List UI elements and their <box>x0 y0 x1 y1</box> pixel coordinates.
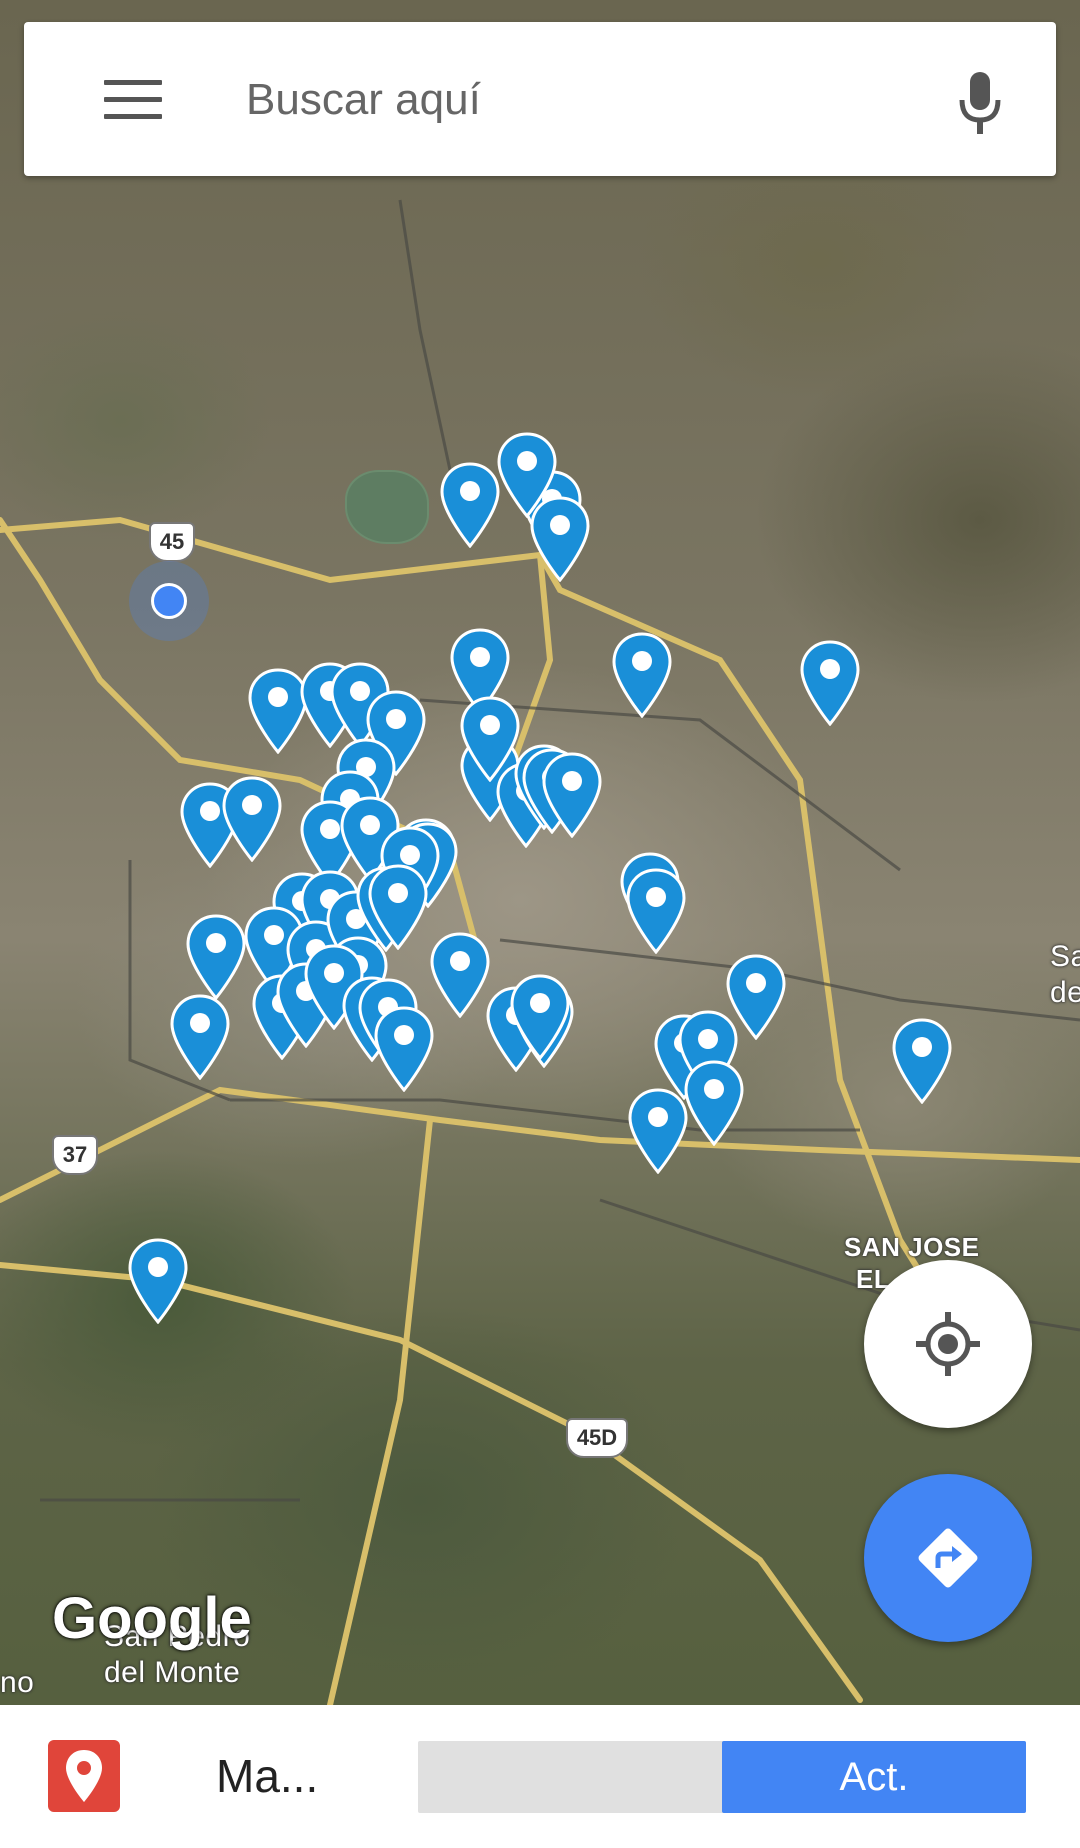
place-marker[interactable] <box>684 1060 744 1146</box>
act-button[interactable]: Act. <box>722 1741 1026 1813</box>
current-location-dot <box>151 583 187 619</box>
app-name-label: Ma... <box>216 1750 319 1802</box>
my-location-button[interactable] <box>864 1260 1032 1428</box>
highway-shield-45d: 45D <box>566 1418 628 1458</box>
search-input[interactable] <box>244 66 888 134</box>
place-marker[interactable] <box>128 1238 188 1324</box>
highway-shield-45: 45 <box>149 522 195 562</box>
maps-app-icon <box>48 1740 120 1812</box>
google-attribution: Google <box>52 1586 252 1651</box>
place-marker[interactable] <box>628 1088 688 1174</box>
road-network <box>0 199 1080 1705</box>
search-bar[interactable] <box>24 22 1056 176</box>
place-marker[interactable] <box>170 994 230 1080</box>
place-marker[interactable] <box>892 1018 952 1104</box>
place-marker[interactable] <box>368 864 428 950</box>
place-marker[interactable] <box>430 932 490 1018</box>
place-marker[interactable] <box>542 752 602 838</box>
directions-button[interactable] <box>864 1474 1032 1642</box>
place-marker[interactable] <box>440 462 500 548</box>
place-label-edge-de: de <box>1050 976 1080 1009</box>
place-marker[interactable] <box>374 1006 434 1092</box>
place-marker[interactable] <box>626 868 686 954</box>
place-marker[interactable] <box>186 914 246 1000</box>
place-label-del-monte: del Monte <box>104 1656 241 1689</box>
place-marker[interactable] <box>726 954 786 1040</box>
place-marker[interactable] <box>222 776 282 862</box>
place-label-edge-sa: Sa <box>1050 940 1080 973</box>
bottom-bar: Ma... Act. <box>0 1705 1080 1848</box>
map-view[interactable]: 45 37 45D SAN JOSE EL San Pedro del Mont… <box>0 0 1080 1705</box>
menu-icon[interactable] <box>104 80 162 120</box>
highway-shield-37: 37 <box>52 1135 98 1175</box>
lake <box>345 470 429 544</box>
place-marker[interactable] <box>612 632 672 718</box>
place-marker[interactable] <box>800 640 860 726</box>
place-label-edge-no: no <box>0 1666 35 1699</box>
mic-icon[interactable] <box>956 70 1004 138</box>
crosshair-icon <box>916 1312 980 1376</box>
place-marker[interactable] <box>530 496 590 582</box>
place-label-san-jose: SAN JOSE <box>844 1232 980 1262</box>
directions-icon <box>918 1528 978 1588</box>
place-marker[interactable] <box>510 974 570 1060</box>
place-marker[interactable] <box>248 668 308 754</box>
